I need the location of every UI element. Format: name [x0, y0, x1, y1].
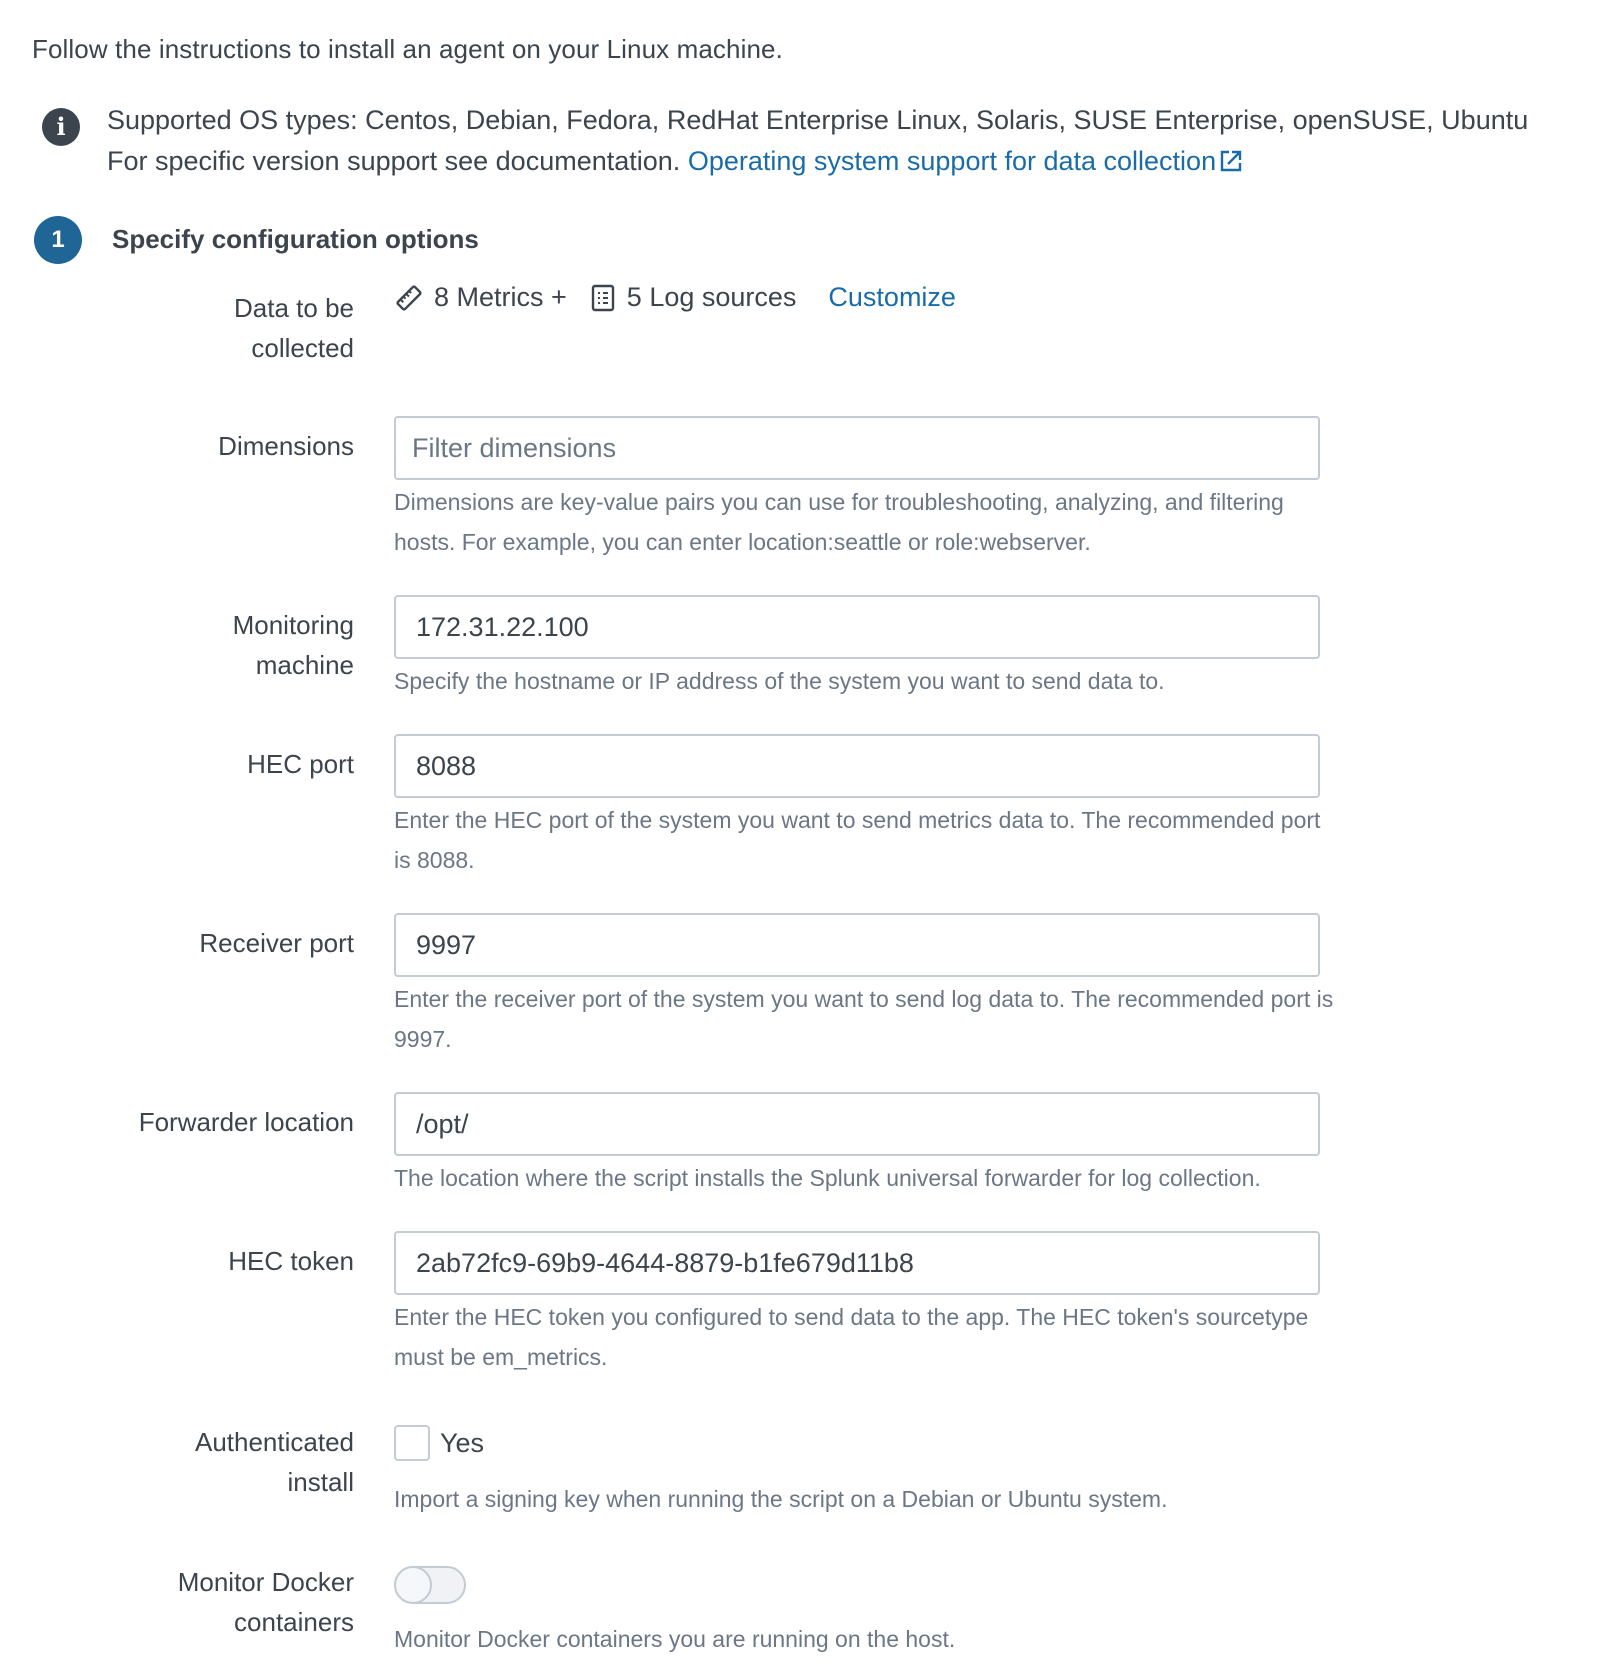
receiver-port-input[interactable] [394, 913, 1320, 977]
data-collected-label: Data to be collected [234, 288, 354, 368]
monitoring-machine-label-line2: machine [255, 650, 354, 680]
data-collected-label-line2: collected [251, 333, 354, 363]
dimensions-help: Dimensions are key-value pairs you can u… [394, 489, 1284, 555]
toggle-knob [394, 1566, 432, 1604]
ruler-icon [396, 284, 422, 311]
dimensions-label: Dimensions [218, 431, 354, 461]
monitor-docker-help: Monitor Docker containers you are runnin… [394, 1626, 956, 1652]
authenticated-install-help: Import a signing key when running the sc… [394, 1486, 1168, 1512]
doc-text: For specific version support see documen… [107, 146, 681, 176]
monitor-docker-label-line2: containers [234, 1607, 354, 1637]
os-support-text: Supported OS types: Centos, Debian, Fedo… [107, 100, 1528, 182]
step-number-badge: 1 [34, 216, 82, 264]
monitoring-machine-input[interactable] [394, 595, 1320, 659]
hec-token-label: HEC token [228, 1246, 354, 1276]
os-support-doc-link-label: Operating system support for data collec… [687, 146, 1217, 176]
receiver-port-label: Receiver port [199, 928, 354, 958]
log-sources-count: 5 Log sources [626, 282, 797, 312]
forwarder-location-label: Forwarder location [138, 1107, 354, 1137]
monitor-docker-label: Monitor Docker containers [178, 1562, 354, 1642]
authenticated-install-checkbox-label[interactable]: Yes [440, 1423, 484, 1463]
data-collected-summary: 8 Metrics + 5 Log sources Customize [394, 282, 956, 313]
hec-port-input[interactable] [394, 734, 1320, 798]
monitor-docker-label-line1: Monitor Docker [177, 1567, 354, 1597]
authenticated-install-label: Authenticated install [195, 1422, 354, 1502]
forwarder-location-input[interactable] [394, 1092, 1320, 1156]
external-link-icon [1220, 150, 1242, 172]
customize-link[interactable]: Customize [828, 282, 956, 313]
hec-token-input[interactable] [394, 1231, 1320, 1295]
document-list-icon [591, 284, 614, 311]
authenticated-install-label-line1: Authenticated [194, 1427, 354, 1457]
os-support-doc-link[interactable]: Operating system support for data collec… [688, 146, 1242, 176]
step-title: Specify configuration options [112, 224, 479, 254]
data-collected-label-line1: Data to be [234, 293, 354, 323]
monitoring-machine-help: Specify the hostname or IP address of th… [394, 668, 1165, 694]
dimensions-filter-input[interactable] [394, 416, 1320, 480]
receiver-port-help: Enter the receiver port of the system yo… [394, 986, 1334, 1052]
monitoring-machine-label-line1: Monitoring [232, 610, 354, 640]
authenticated-install-label-line2: install [287, 1467, 354, 1497]
authenticated-install-checkbox[interactable] [394, 1425, 430, 1461]
hec-port-label: HEC port [247, 749, 354, 779]
doc-line: For specific version support see documen… [107, 141, 1528, 182]
hec-port-help: Enter the HEC port of the system you wan… [394, 807, 1321, 873]
forwarder-location-help: The location where the script installs t… [394, 1165, 1261, 1191]
monitoring-machine-label: Monitoring machine [233, 605, 354, 685]
supported-os-list: Supported OS types: Centos, Debian, Fedo… [107, 105, 1529, 135]
hec-token-help: Enter the HEC token you configured to se… [394, 1304, 1309, 1370]
monitor-docker-toggle[interactable] [394, 1566, 466, 1604]
intro-text: Follow the instructions to install an ag… [32, 34, 783, 64]
info-icon: i [42, 108, 80, 146]
metrics-count: 8 Metrics + [434, 282, 567, 312]
